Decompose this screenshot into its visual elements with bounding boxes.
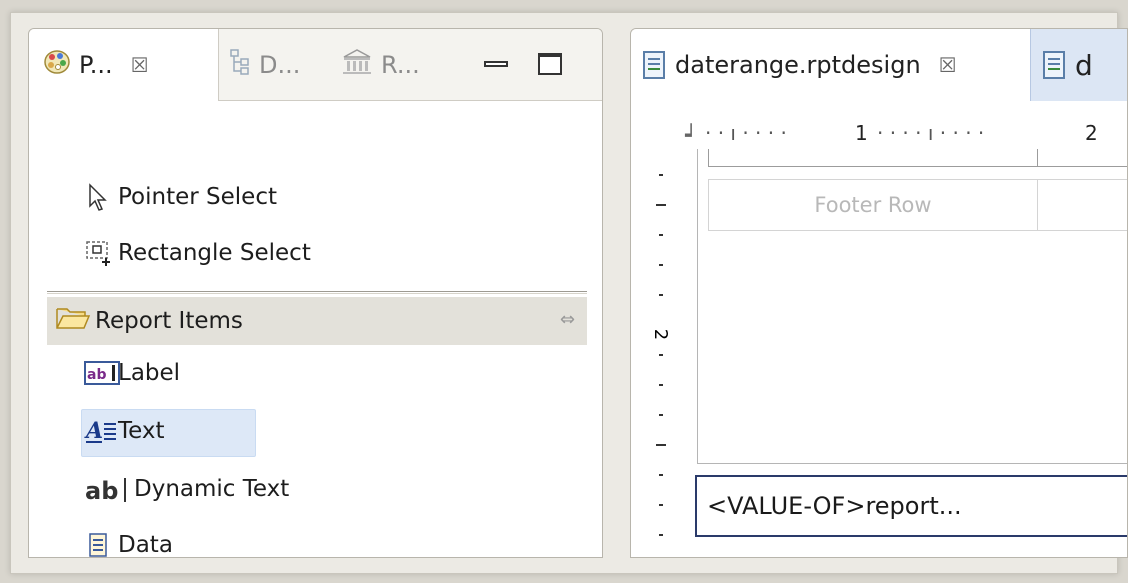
tab-palette[interactable]: P... ☒	[43, 29, 149, 101]
rectangle-select-label: Rectangle Select	[118, 240, 311, 266]
pointer-icon	[84, 182, 114, 212]
table-detail-cell[interactable]	[708, 149, 1038, 167]
ruler-mark-v2: 2	[650, 328, 672, 341]
drawer-collapse-icon[interactable]: ⇔	[560, 309, 575, 330]
label-icon: ab	[84, 358, 120, 388]
report-items-label: Report Items	[95, 308, 243, 334]
pointer-select-tool[interactable]: Pointer Select	[84, 175, 277, 219]
report-editor: daterange.rptdesign ☒ d ┙ · · ı · · · · …	[630, 28, 1128, 558]
design-canvas[interactable]: Footer Row	[697, 149, 1127, 464]
tab-daterange-label: daterange.rptdesign	[675, 51, 921, 79]
palette-item-text[interactable]: A Text	[84, 409, 165, 453]
svg-text:ab: ab	[85, 477, 118, 504]
ruler-mark-1: 1	[855, 121, 868, 145]
data-explorer-icon	[229, 48, 251, 82]
palette-item-text-label: Text	[118, 418, 165, 444]
palette-icon	[43, 48, 71, 82]
svg-text:A: A	[84, 418, 103, 444]
tab-resource-explorer-label: R...	[381, 51, 420, 79]
palette-view-tabbar: P... ☒ D... R...	[29, 29, 602, 101]
data-icon	[84, 530, 114, 557]
close-icon[interactable]: ☒	[131, 53, 149, 77]
editor-tabbar: daterange.rptdesign ☒ d	[631, 29, 1127, 101]
tab-palette-label: P...	[79, 51, 113, 79]
rectangle-select-icon	[84, 238, 114, 268]
palette-item-label[interactable]: ab Label	[84, 351, 180, 395]
folder-open-icon	[55, 305, 91, 337]
table-footer-cell[interactable]	[1038, 179, 1127, 231]
dynamic-text-icon: ab	[84, 474, 130, 505]
palette-item-dynamic-text-label: Dynamic Text	[134, 476, 290, 502]
table-detail-cell[interactable]	[1038, 149, 1127, 167]
tab-second-label: d	[1075, 48, 1093, 82]
tab-daterange-rptdesign[interactable]: daterange.rptdesign ☒	[631, 29, 1031, 101]
palette-item-data-label: Data	[118, 532, 173, 558]
report-design-icon	[1043, 51, 1065, 79]
palette-item-dynamic-text[interactable]: ab Dynamic Text	[84, 467, 289, 511]
table-footer-row[interactable]: Footer Row	[708, 179, 1038, 231]
tab-resource-explorer[interactable]: R...	[341, 29, 420, 101]
vertical-ruler: 2	[650, 154, 675, 557]
palette-separator	[47, 291, 587, 294]
palette-view: P... ☒ D... R... Pointer Select Rectangl…	[28, 28, 603, 558]
svg-text:ab: ab	[87, 367, 106, 383]
ruler-mark-2: 2	[1085, 121, 1098, 145]
palette-item-label-text: Label	[118, 360, 181, 386]
value-of-expression: <VALUE-OF>report...	[707, 492, 962, 520]
rectangle-select-tool[interactable]: Rectangle Select	[84, 231, 311, 275]
pointer-select-label: Pointer Select	[118, 184, 277, 210]
resource-explorer-icon	[341, 48, 373, 82]
report-items-drawer[interactable]: Report Items ⇔	[47, 297, 587, 345]
maximize-icon[interactable]	[538, 53, 562, 75]
tab-second-design[interactable]: d	[1031, 29, 1127, 101]
tab-data-explorer-label: D...	[259, 51, 301, 79]
horizontal-ruler: ┙ · · ı · · · · 1 · · · · ı · · · · 2	[685, 121, 1098, 147]
palette-item-data[interactable]: Data	[84, 523, 173, 558]
text-icon: A	[84, 416, 116, 446]
dynamic-text-element[interactable]: <VALUE-OF>report...	[695, 475, 1127, 537]
tab-data-explorer[interactable]: D...	[229, 29, 300, 101]
report-design-icon	[643, 51, 665, 79]
footer-row-label: Footer Row	[814, 193, 932, 217]
close-icon[interactable]: ☒	[939, 53, 957, 77]
minimize-icon[interactable]	[484, 61, 508, 67]
